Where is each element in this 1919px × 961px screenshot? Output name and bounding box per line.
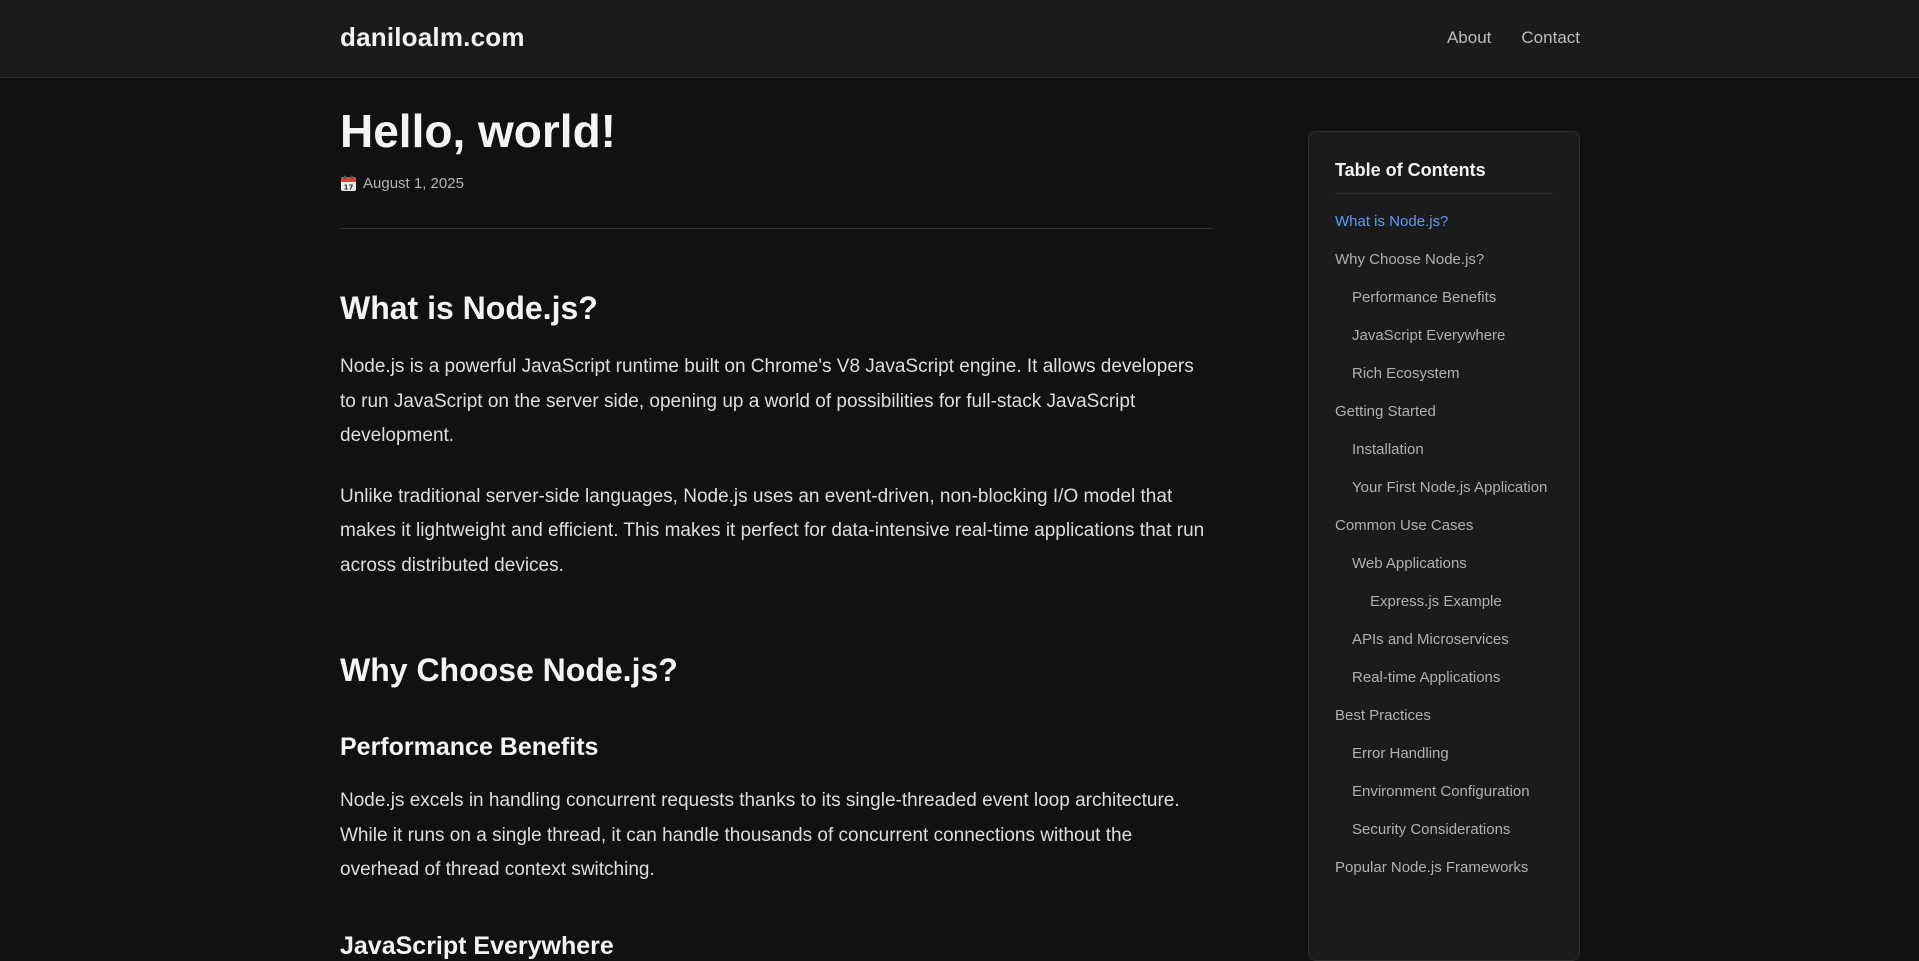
- toc-item[interactable]: Real-time Applications: [1335, 662, 1553, 694]
- table-of-contents: Table of Contents What is Node.js? Why Ch…: [1308, 131, 1580, 961]
- toc-title: Table of Contents: [1335, 160, 1553, 194]
- nav-contact-link[interactable]: Contact: [1521, 28, 1580, 48]
- toc-item[interactable]: Best Practices: [1335, 700, 1553, 732]
- article: Hello, world! 17 August 1, 2025 What is …: [340, 78, 1213, 961]
- paragraph: Unlike traditional server-side languages…: [340, 485, 1205, 576]
- calendar-icon: 17: [340, 175, 357, 192]
- toc-item[interactable]: Rich Ecosystem: [1335, 358, 1553, 390]
- post-date: August 1, 2025: [363, 175, 464, 192]
- toc-item[interactable]: APIs and Microservices: [1335, 624, 1553, 656]
- toc-item[interactable]: Your First Node.js Application: [1335, 472, 1553, 504]
- top-nav: About Contact: [1447, 28, 1580, 48]
- toc-item[interactable]: Getting Started: [1335, 396, 1553, 428]
- svg-text:17: 17: [344, 184, 354, 192]
- toc-list: What is Node.js? Why Choose Node.js? Perfo…: [1335, 206, 1553, 884]
- title-divider: [340, 228, 1213, 229]
- subsection-heading-javascript-everywhere: JavaScript Everywhere: [340, 931, 614, 960]
- toc-item[interactable]: Security Considerations: [1335, 814, 1553, 846]
- nav-about-link[interactable]: About: [1447, 28, 1491, 48]
- toc-item[interactable]: Popular Node.js Frameworks: [1335, 852, 1553, 884]
- toc-item[interactable]: Environment Configuration: [1335, 776, 1553, 808]
- site-header: daniloalm.com About Contact: [0, 0, 1919, 78]
- site-brand-link[interactable]: daniloalm.com: [340, 22, 525, 53]
- toc-item[interactable]: Web Applications: [1335, 548, 1553, 580]
- post-title: Hello, world!: [340, 105, 616, 157]
- paragraph: Node.js is a powerful JavaScript runtime…: [340, 356, 1194, 446]
- toc-item[interactable]: Error Handling: [1335, 738, 1553, 770]
- section-heading-why-choose-nodejs: Why Choose Node.js?: [340, 652, 678, 688]
- toc-item[interactable]: Why Choose Node.js?: [1335, 244, 1553, 276]
- toc-item[interactable]: What is Node.js?: [1335, 206, 1553, 238]
- section-heading-what-is-nodejs: What is Node.js?: [340, 290, 598, 326]
- toc-item[interactable]: Installation: [1335, 434, 1553, 466]
- toc-item[interactable]: Common Use Cases: [1335, 510, 1553, 542]
- subsection-heading-performance-benefits: Performance Benefits: [340, 733, 599, 761]
- toc-item[interactable]: Performance Benefits: [1335, 282, 1553, 314]
- paragraph: Node.js excels in handling concurrent re…: [340, 790, 1180, 880]
- toc-item[interactable]: Express.js Example: [1335, 586, 1553, 618]
- toc-item[interactable]: JavaScript Everywhere: [1335, 320, 1553, 352]
- post-meta: 17 August 1, 2025: [340, 175, 1213, 192]
